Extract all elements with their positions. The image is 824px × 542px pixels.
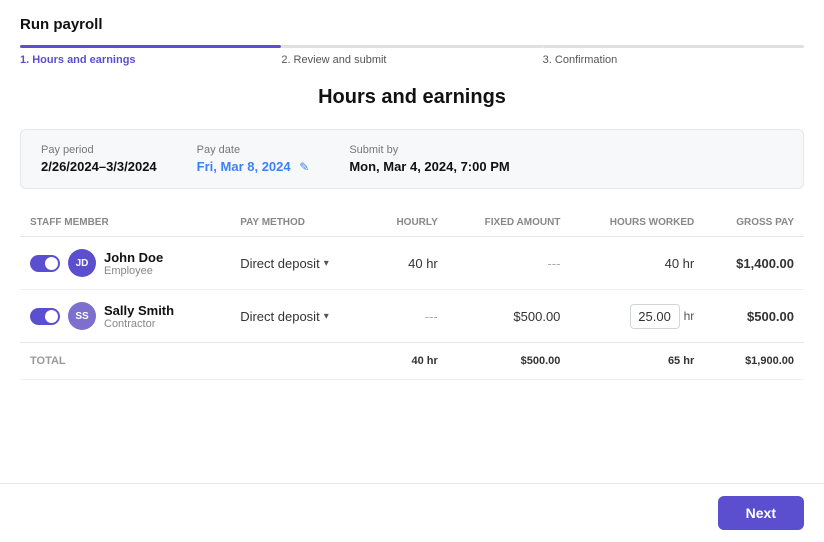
payroll-table: STAFF MEMBER PAY METHOD HOURLY FIXED AMO…	[20, 209, 804, 380]
col-staff-member: STAFF MEMBER	[20, 209, 230, 237]
total-hours-worked: 65 hr	[570, 343, 704, 380]
step-review: 2. Review and submit	[281, 45, 542, 66]
total-pay-method-cell	[230, 343, 369, 380]
step-bar-confirmation	[543, 45, 804, 48]
step-bar-hours	[20, 45, 281, 48]
pay-period-value: 2/26/2024–3/3/2024	[41, 159, 157, 174]
pay-method-cell-john: Direct deposit ▾	[230, 237, 369, 290]
staff-role-john: Employee	[104, 265, 163, 277]
hours-input-sally[interactable]	[630, 304, 680, 329]
col-fixed-amount: FIXED AMOUNT	[448, 209, 571, 237]
total-label: TOTAL	[30, 355, 66, 367]
total-fixed-amount: $500.00	[448, 343, 571, 380]
gross-pay-john: $1,400.00	[704, 237, 804, 290]
step-bar-review	[281, 45, 542, 48]
total-hourly: 40 hr	[369, 343, 448, 380]
main-content: Hours and earnings Pay period 2/26/2024–…	[0, 66, 824, 460]
fixed-amount-sally: $500.00	[448, 290, 571, 343]
pay-date-label: Pay date	[197, 144, 310, 156]
submit-by-value: Mon, Mar 4, 2024, 7:00 PM	[349, 159, 509, 174]
footer: Next	[0, 483, 824, 542]
pay-period-item: Pay period 2/26/2024–3/3/2024	[41, 144, 157, 174]
pay-date-value: Fri, Mar 8, 2024	[197, 159, 291, 174]
chevron-down-icon: ▾	[324, 258, 329, 269]
col-gross-pay: GROSS PAY	[704, 209, 804, 237]
total-gross-pay: $1,900.00	[704, 343, 804, 380]
staff-cell-john: JD John Doe Employee	[20, 237, 230, 290]
toggle-sally[interactable]	[30, 308, 60, 325]
staff-role-sally: Contractor	[104, 318, 174, 330]
toggle-john[interactable]	[30, 255, 60, 272]
staff-info-sally: Sally Smith Contractor	[104, 303, 174, 330]
page-title: Run payroll	[20, 16, 804, 33]
total-row: TOTAL 40 hr $500.00 65 hr $1,900.00	[20, 343, 804, 380]
pay-method-value-sally: Direct deposit	[240, 309, 319, 324]
hours-worked-sally: hr	[570, 290, 704, 343]
pay-date-item: Pay date Fri, Mar 8, 2024 ✎	[197, 144, 310, 174]
col-pay-method: PAY METHOD	[230, 209, 369, 237]
step-hours: 1. Hours and earnings	[20, 45, 281, 66]
staff-name-john: John Doe	[104, 250, 163, 265]
submit-by-label: Submit by	[349, 144, 509, 156]
hourly-john: 40 hr	[369, 237, 448, 290]
staff-cell-sally: SS Sally Smith Contractor	[20, 290, 230, 343]
pay-period-label: Pay period	[41, 144, 157, 156]
avatar-sally: SS	[68, 302, 96, 330]
step-label-hours: 1. Hours and earnings	[20, 52, 281, 66]
col-hours-worked: HOURS WORKED	[570, 209, 704, 237]
hourly-sally: ---	[369, 290, 448, 343]
table-header-row: STAFF MEMBER PAY METHOD HOURLY FIXED AMO…	[20, 209, 804, 237]
staff-info-john: John Doe Employee	[104, 250, 163, 277]
table-row: SS Sally Smith Contractor Direct deposit…	[20, 290, 804, 343]
step-label-confirmation: 3. Confirmation	[543, 52, 804, 66]
submit-by-item: Submit by Mon, Mar 4, 2024, 7:00 PM	[349, 144, 509, 174]
pay-method-value-john: Direct deposit	[240, 256, 319, 271]
step-label-review: 2. Review and submit	[281, 52, 542, 66]
step-confirmation: 3. Confirmation	[543, 45, 804, 66]
chevron-down-icon: ▾	[324, 311, 329, 322]
avatar-john: JD	[68, 249, 96, 277]
page-header: Run payroll 1. Hours and earnings 2. Rev…	[0, 0, 824, 66]
next-button[interactable]: Next	[718, 496, 804, 530]
gross-pay-sally: $500.00	[704, 290, 804, 343]
steps-container: 1. Hours and earnings 2. Review and subm…	[20, 45, 804, 66]
pay-method-dropdown-john[interactable]: Direct deposit ▾	[240, 256, 359, 271]
pay-info-box: Pay period 2/26/2024–3/3/2024 Pay date F…	[20, 129, 804, 189]
col-hourly: HOURLY	[369, 209, 448, 237]
staff-name-sally: Sally Smith	[104, 303, 174, 318]
total-label-cell: TOTAL	[20, 343, 230, 380]
fixed-amount-john: ---	[448, 237, 571, 290]
pay-method-cell-sally: Direct deposit ▾	[230, 290, 369, 343]
hr-label-sally: hr	[684, 309, 695, 323]
table-row: JD John Doe Employee Direct deposit ▾ 40…	[20, 237, 804, 290]
edit-pay-date-icon[interactable]: ✎	[299, 160, 309, 174]
hours-worked-john: 40 hr	[570, 237, 704, 290]
pay-method-dropdown-sally[interactable]: Direct deposit ▾	[240, 309, 359, 324]
section-title: Hours and earnings	[20, 86, 804, 109]
